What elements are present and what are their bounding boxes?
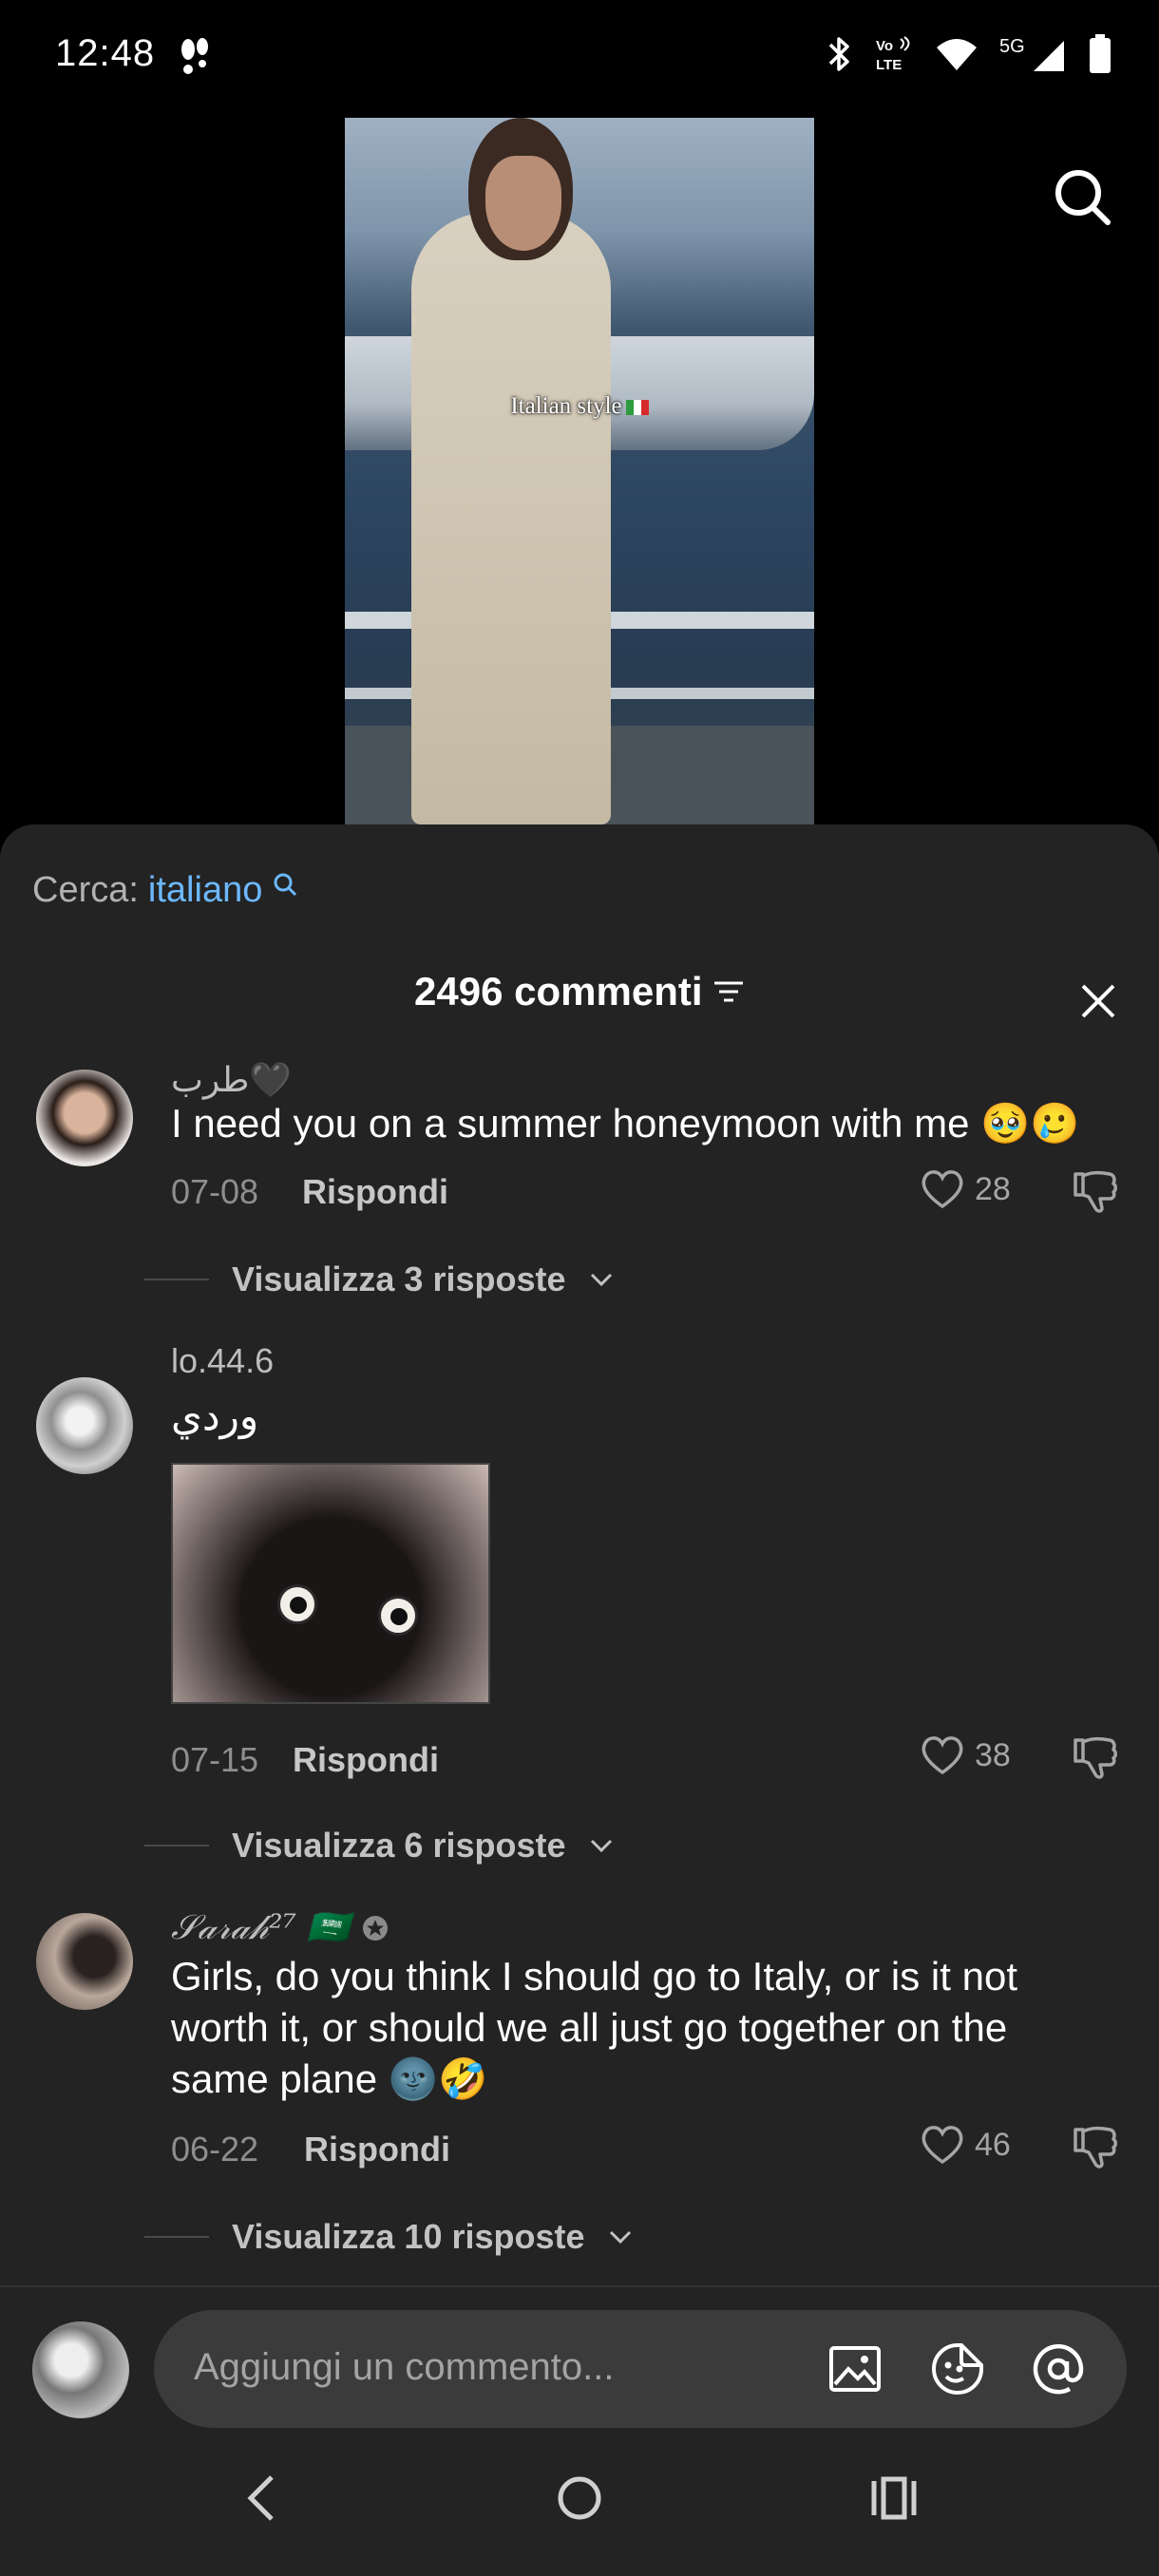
heart-icon	[922, 2126, 963, 2165]
dislike-icon[interactable]	[1072, 1734, 1119, 1780]
video-frame-face	[485, 156, 561, 251]
footsteps-icon	[181, 38, 208, 74]
bluetooth-icon	[828, 37, 849, 71]
comments-count-title: 2496 commenti	[414, 969, 703, 1013]
sort-filter-icon[interactable]	[712, 977, 745, 1006]
chevron-down-icon	[609, 2230, 631, 2245]
comment-item: lo.44.6 وردي 07-15 Rispondi 38 Visualizz…	[0, 1341, 1159, 1873]
heart-icon	[922, 1170, 963, 1209]
comment-username[interactable]: lo.44.6	[171, 1341, 274, 1381]
status-bar: 12:48 Vo LTE 5G	[0, 0, 1159, 114]
svg-text:Vo: Vo	[876, 38, 893, 54]
comment-item: طرب🖤 I need you on a summer honeymoon wi…	[0, 1060, 1159, 1345]
comment-attached-image[interactable]	[171, 1463, 490, 1704]
comment-text: Girls, do you think I should go to Italy…	[171, 1954, 1017, 2101]
sticker-icon[interactable]	[929, 2340, 986, 2397]
view-replies-button[interactable]: Visualizza 3 risposte	[144, 1260, 614, 1299]
status-time: 12:48	[55, 32, 156, 74]
replies-divider	[144, 1845, 209, 1847]
like-count: 28	[975, 1170, 1011, 1207]
recents-icon[interactable]	[868, 2473, 922, 2523]
screen: 12:48 Vo LTE 5G Italian style Cerca: ita…	[0, 0, 1159, 2576]
home-icon[interactable]	[555, 2473, 604, 2523]
signal-icon	[1034, 41, 1064, 71]
search-small-icon	[274, 873, 296, 897]
avatar[interactable]	[36, 1377, 133, 1474]
replies-divider	[144, 2236, 209, 2238]
like-button[interactable]: 38	[920, 1734, 1011, 1776]
comments-header: 2496 commenti	[0, 969, 1159, 1035]
system-nav-bar	[0, 2439, 1159, 2576]
like-count: 46	[975, 2126, 1011, 2163]
search-suggestion-query: italiano	[147, 870, 263, 910]
avatar[interactable]	[36, 1913, 133, 2010]
comment-username-row: 𝒮𝒶𝓇𝒶𝒽²⁷ 🇸🇦	[171, 1907, 390, 1948]
video-caption: Italian style	[345, 393, 814, 420]
cat-eye-right	[378, 1596, 418, 1636]
comment-date: 07-08	[171, 1172, 259, 1211]
comment-username[interactable]: طرب🖤	[171, 1060, 292, 1100]
view-replies-button[interactable]: Visualizza 10 risposte	[144, 2217, 633, 2257]
volte-icon: Vo LTE	[876, 36, 910, 73]
replies-divider	[144, 1279, 209, 1280]
dislike-icon[interactable]	[1072, 1168, 1119, 1214]
comment-date: 07-15	[171, 1740, 259, 1779]
search-suggestion[interactable]: Cerca: italiano	[32, 870, 297, 911]
dislike-icon[interactable]	[1072, 2124, 1119, 2169]
reply-button[interactable]: Rispondi	[304, 2130, 450, 2169]
video-caption-text: Italian style	[510, 393, 622, 419]
cellular-signal: 5G	[999, 35, 1068, 73]
reply-button[interactable]: Rispondi	[293, 1740, 439, 1780]
chevron-down-icon	[590, 1839, 612, 1853]
view-replies-button[interactable]: Visualizza 6 risposte	[144, 1826, 614, 1866]
like-button[interactable]: 46	[920, 2124, 1011, 2166]
comment-date: 06-22	[171, 2130, 259, 2169]
image-icon[interactable]	[826, 2340, 884, 2397]
view-replies-label: Visualizza 3 risposte	[232, 1260, 566, 1298]
comment-text: I need you on a summer honeymoon with me…	[171, 1101, 1080, 1146]
video-player[interactable]: Italian style	[345, 118, 814, 824]
comment-username[interactable]: 𝒮𝒶𝓇𝒶𝒽²⁷ 🇸🇦	[171, 1907, 350, 1948]
view-replies-label: Visualizza 10 risposte	[232, 2217, 585, 2256]
comment-composer: Aggiungi un commento...	[0, 2287, 1159, 2439]
italy-flag-icon	[625, 400, 649, 416]
heart-icon	[922, 1736, 963, 1775]
my-avatar[interactable]	[32, 2321, 129, 2418]
close-icon[interactable]	[1077, 980, 1119, 1022]
like-button[interactable]: 28	[920, 1168, 1011, 1210]
avatar[interactable]	[36, 1070, 133, 1166]
back-icon[interactable]	[241, 2473, 283, 2523]
comment-item: 𝒮𝒶𝓇𝒶𝒽²⁷ 🇸🇦 Girls, do you think I should …	[0, 1907, 1159, 2287]
network-type: 5G	[999, 36, 1025, 57]
reply-button[interactable]: Rispondi	[302, 1172, 448, 1212]
video-frame-person	[411, 213, 611, 824]
svg-text:LTE: LTE	[876, 57, 902, 73]
comment-input-placeholder: Aggiungi un commento...	[194, 2346, 615, 2388]
comment-input[interactable]: Aggiungi un commento...	[154, 2310, 1127, 2428]
cat-eye-left	[277, 1584, 317, 1624]
status-icons: Vo LTE 5G	[825, 34, 1112, 74]
battery-icon	[1090, 34, 1111, 73]
mention-icon[interactable]	[1030, 2340, 1087, 2397]
wifi-icon	[937, 39, 977, 70]
like-count: 38	[975, 1736, 1011, 1773]
comment-text: وردي	[171, 1393, 259, 1438]
badge-star-icon	[363, 1915, 389, 1941]
view-replies-label: Visualizza 6 risposte	[232, 1826, 566, 1865]
search-icon[interactable]	[1053, 167, 1113, 228]
search-suggestion-label: Cerca:	[32, 870, 139, 910]
chevron-down-icon	[590, 1273, 612, 1287]
